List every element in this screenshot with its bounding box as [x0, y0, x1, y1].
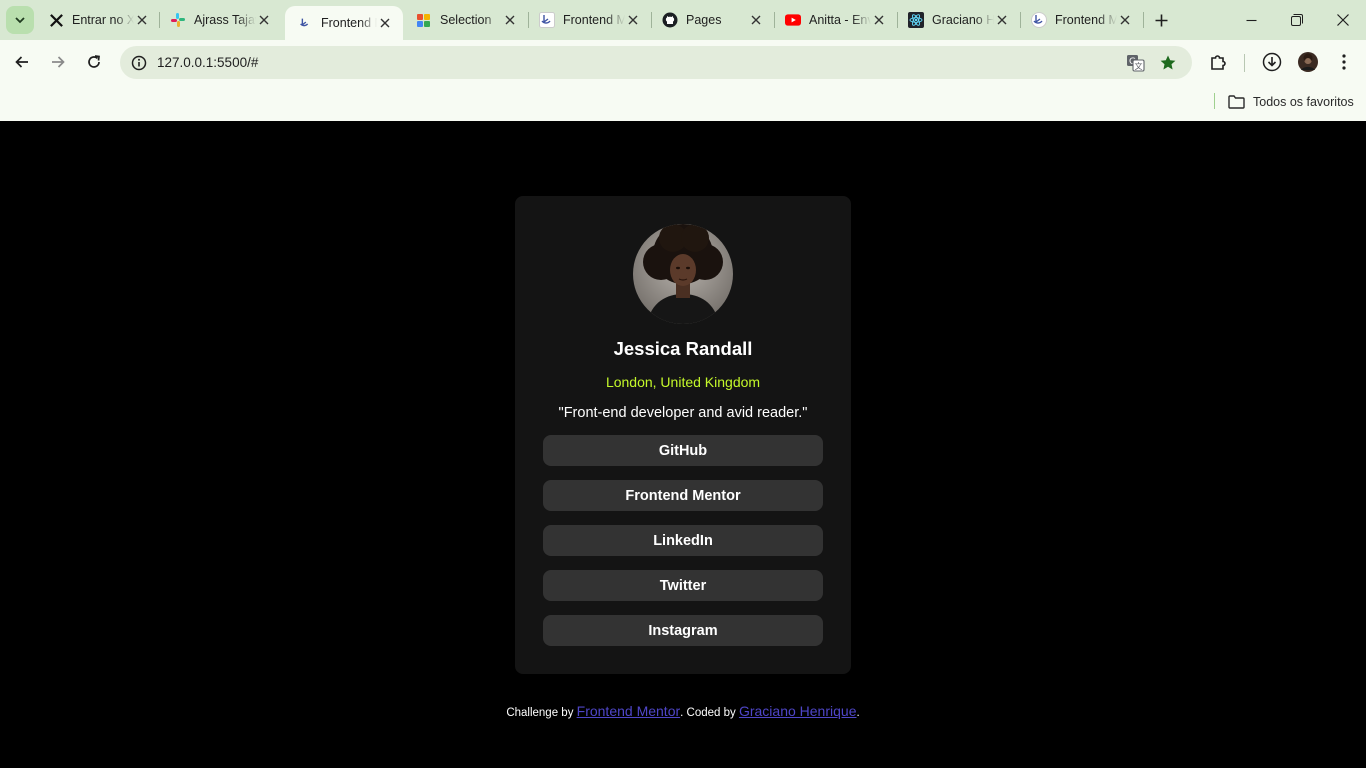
author-link[interactable]: Graciano Henrique — [739, 703, 857, 719]
browser-tab[interactable]: Frontend Mentor — [527, 0, 651, 40]
all-bookmarks-button[interactable]: Todos os favoritos — [1228, 91, 1354, 113]
browser-toolbar: 127.0.0.1:5500/# G文 — [0, 40, 1366, 85]
tab-title: Frontend Mentor — [321, 16, 377, 30]
address-bar[interactable]: 127.0.0.1:5500/# G文 — [120, 46, 1192, 79]
bookmarks-divider — [1214, 93, 1215, 109]
slack-icon — [170, 12, 186, 28]
info-icon — [131, 55, 147, 71]
close-icon[interactable] — [134, 12, 150, 28]
browser-tab[interactable]: Entrar no X — [36, 0, 160, 40]
tab-title: Frontend Mentor — [563, 13, 625, 27]
restore-icon — [1291, 14, 1303, 26]
minimize-button[interactable] — [1228, 0, 1274, 40]
frontend-mentor-link-button[interactable]: Frontend Mentor — [543, 480, 823, 511]
browser-tab-bar: Entrar no X Ajrass Tajawal Frontend Ment… — [0, 0, 1366, 40]
reload-icon — [88, 55, 100, 68]
frontend-mentor-icon — [539, 12, 555, 28]
linkedin-link-button[interactable]: LinkedIn — [543, 525, 823, 556]
close-icon — [1337, 14, 1349, 26]
svg-text:文: 文 — [1134, 61, 1142, 71]
all-bookmarks-label: Todos os favoritos — [1253, 95, 1354, 109]
profile-location: London, United Kingdom — [605, 374, 761, 390]
new-tab-button[interactable] — [1150, 9, 1172, 31]
github-link-button[interactable]: GitHub — [543, 435, 823, 466]
x-logo-icon — [48, 12, 64, 28]
attribution-prefix: Challenge by — [506, 707, 577, 719]
profile-avatar-button[interactable] — [1294, 48, 1322, 76]
browser-tab[interactable]: Selection — [404, 0, 528, 40]
browser-tab[interactable]: Frontend Mentor — [1019, 0, 1143, 40]
avatar — [633, 224, 733, 324]
close-window-button[interactable] — [1320, 0, 1366, 40]
close-icon[interactable] — [625, 12, 641, 28]
twitter-link-button[interactable]: Twitter — [543, 570, 823, 601]
forward-button[interactable] — [44, 48, 72, 76]
close-icon[interactable] — [377, 15, 393, 31]
menu-button[interactable] — [1330, 48, 1358, 76]
attribution-footer: Challenge by Frontend Mentor. Coded by G… — [0, 703, 1366, 719]
tab-title: Pages — [686, 13, 722, 27]
download-icon — [1262, 52, 1282, 72]
back-button[interactable] — [8, 48, 36, 76]
arrow-right-icon — [52, 56, 65, 68]
arrow-left-icon — [15, 56, 28, 68]
frontend-mentor-link[interactable]: Frontend Mentor — [577, 703, 681, 719]
tab-title: Ajrass Tajawal — [194, 13, 256, 27]
close-icon[interactable] — [256, 12, 272, 28]
chevron-down-icon — [15, 17, 25, 24]
star-icon — [1160, 55, 1176, 70]
close-icon[interactable] — [748, 12, 764, 28]
profile-name: Jessica Randall — [613, 338, 753, 359]
tab-search-button[interactable] — [6, 6, 34, 34]
downloads-button[interactable] — [1258, 48, 1286, 76]
toolbar-divider — [1244, 54, 1245, 72]
browser-tab[interactable]: Anitta - Envolver — [773, 0, 897, 40]
tab-title: Entrar no X — [72, 13, 134, 27]
attribution-suffix: . — [856, 707, 860, 719]
browser-tab[interactable]: Graciano Henrique — [896, 0, 1020, 40]
page-viewport: Jessica Randall London, United Kingdom "… — [0, 121, 1366, 768]
avatar — [1298, 52, 1318, 72]
translate-icon: G文 — [1126, 55, 1145, 72]
tab-separator — [1143, 12, 1144, 28]
bookmark-star-button[interactable] — [1157, 52, 1179, 74]
frontend-mentor-icon — [1031, 12, 1047, 28]
extensions-button[interactable] — [1204, 48, 1232, 76]
tab-title: Frontend Mentor — [1055, 13, 1117, 27]
puzzle-icon — [1211, 55, 1226, 70]
profile-photo — [633, 224, 733, 324]
close-icon[interactable] — [871, 12, 887, 28]
url-text[interactable]: 127.0.0.1:5500/# — [157, 55, 258, 70]
github-icon — [662, 12, 678, 28]
translate-button[interactable]: G文 — [1124, 52, 1146, 74]
close-icon[interactable] — [994, 12, 1010, 28]
plus-icon — [1155, 14, 1167, 26]
youtube-icon — [785, 12, 801, 28]
tab-title: Anitta - Envolver — [809, 13, 871, 27]
frontend-mentor-icon — [297, 15, 313, 31]
profile-bio: "Front-end developer and avid reader." — [558, 405, 808, 421]
browser-tab[interactable]: Ajrass Tajawal — [158, 0, 282, 40]
close-icon[interactable] — [502, 12, 518, 28]
restore-button[interactable] — [1274, 0, 1320, 40]
site-info-button[interactable] — [128, 52, 150, 74]
react-icon — [908, 12, 924, 28]
instagram-link-button[interactable]: Instagram — [543, 615, 823, 646]
reload-button[interactable] — [80, 48, 108, 76]
bookmarks-bar: Todos os favoritos — [0, 85, 1366, 121]
attribution-middle: . Coded by — [680, 707, 739, 719]
tab-title: Graciano Henrique — [932, 13, 994, 27]
browser-tab-active[interactable]: Frontend Mentor — [285, 6, 403, 40]
more-vertical-icon — [1342, 54, 1346, 70]
browser-tab[interactable]: Pages — [650, 0, 774, 40]
profile-card: Jessica Randall London, United Kingdom "… — [515, 196, 851, 674]
minimize-icon — [1246, 19, 1256, 21]
tab-title: Selection — [440, 13, 492, 27]
selection-icon — [416, 12, 432, 28]
close-icon[interactable] — [1117, 12, 1133, 28]
folder-icon — [1228, 95, 1245, 109]
